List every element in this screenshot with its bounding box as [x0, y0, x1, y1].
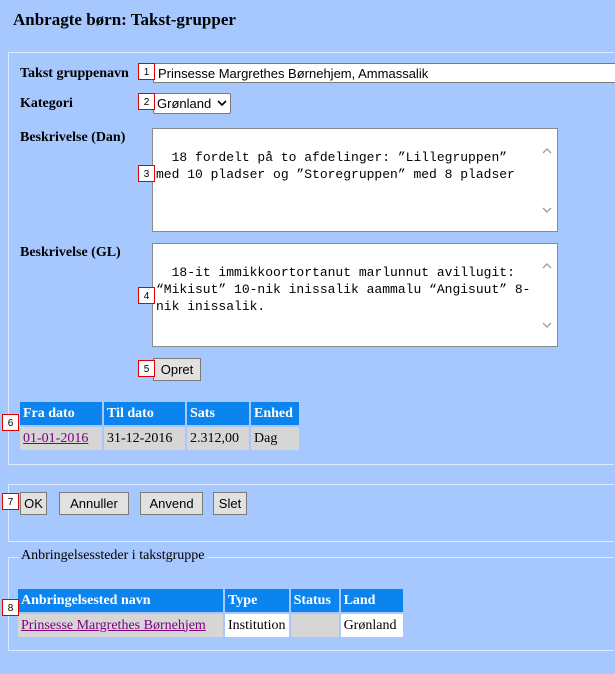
- name-input[interactable]: [153, 63, 615, 83]
- placements-legend: Anbringelsessteder i takstgruppe: [19, 548, 207, 564]
- scroll-down-icon[interactable]: [542, 206, 552, 214]
- placements-header-row: Anbringelsested navn Type Status Land: [18, 589, 403, 612]
- category-select[interactable]: Grønland: [153, 93, 231, 114]
- chevron-down-icon: [217, 100, 227, 107]
- to-date-cell: 31-12-2016: [104, 427, 185, 450]
- desc-gl-label: Beskrivelse (GL): [20, 245, 121, 260]
- col-from-date: Fra dato: [20, 402, 102, 425]
- marker-1: 1: [138, 63, 155, 80]
- marker-5: 5: [138, 360, 155, 377]
- create-button[interactable]: Opret: [153, 358, 201, 381]
- delete-button[interactable]: Slet: [213, 492, 247, 515]
- desc-dan-text: 18 fordelt på to afdelinger: ”Lillegrupp…: [156, 150, 515, 182]
- placement-name-link[interactable]: Prinsesse Margrethes Børnehjem: [18, 614, 223, 637]
- table-row: 01-01-2016 31-12-2016 2.312,00 Dag: [20, 427, 299, 450]
- name-label: Takst gruppenavn: [20, 66, 129, 81]
- desc-dan-label: Beskrivelse (Dan): [20, 130, 126, 145]
- marker-7: 7: [2, 493, 19, 510]
- ok-button[interactable]: OK: [20, 492, 47, 515]
- col-placement-name: Anbringelsested navn: [18, 589, 223, 612]
- category-label: Kategori: [20, 96, 73, 111]
- col-rate: Sats: [187, 402, 249, 425]
- marker-6: 6: [2, 414, 19, 431]
- rates-table: Fra dato Til dato Sats Enhed 01-01-2016 …: [18, 400, 301, 452]
- desc-gl-text: 18-it immikkoortortanut marlunnut avillu…: [156, 265, 531, 314]
- scroll-down-icon[interactable]: [542, 321, 552, 329]
- type-cell: Institution: [225, 614, 289, 637]
- col-type: Type: [225, 589, 289, 612]
- col-unit: Enhed: [251, 402, 299, 425]
- page-title: Anbragte børn: Takst-grupper: [13, 10, 236, 29]
- col-status: Status: [290, 589, 339, 612]
- from-date-link[interactable]: 01-01-2016: [20, 427, 102, 450]
- marker-3: 3: [138, 165, 155, 182]
- col-to-date: Til dato: [104, 402, 185, 425]
- country-cell: Grønland: [340, 614, 403, 637]
- placements-table: Anbringelsested navn Type Status Land Pr…: [16, 587, 405, 639]
- marker-8: 8: [2, 599, 19, 616]
- status-cell: [290, 614, 339, 637]
- rates-header-row: Fra dato Til dato Sats Enhed: [20, 402, 299, 425]
- table-row: Prinsesse Margrethes Børnehjem Instituti…: [18, 614, 403, 637]
- scroll-up-icon[interactable]: [542, 262, 552, 270]
- scroll-up-icon[interactable]: [542, 147, 552, 155]
- desc-gl-textarea[interactable]: 18-it immikkoortortanut marlunnut avillu…: [152, 243, 558, 347]
- category-selected-value: Grønland: [157, 96, 212, 111]
- apply-button[interactable]: Anvend: [140, 492, 203, 515]
- col-country: Land: [340, 589, 403, 612]
- rate-cell: 2.312,00: [187, 427, 249, 450]
- marker-4: 4: [138, 287, 155, 304]
- marker-2: 2: [138, 93, 155, 110]
- desc-dan-textarea[interactable]: 18 fordelt på to afdelinger: ”Lillegrupp…: [152, 128, 558, 232]
- unit-cell: Dag: [251, 427, 299, 450]
- cancel-button[interactable]: Annuller: [59, 492, 129, 515]
